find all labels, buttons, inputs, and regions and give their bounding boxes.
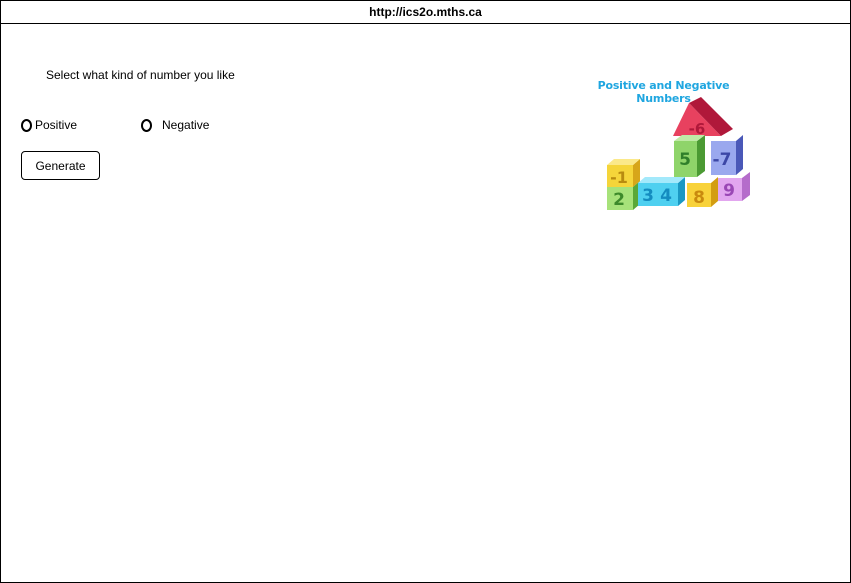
block-label: 5 (679, 150, 691, 170)
number-blocks-graphic: -6 5 -7 -1 2 3 4 8 9 (607, 97, 750, 210)
block-label: -7 (713, 150, 732, 170)
block-label: 8 (693, 188, 705, 208)
negative-radio[interactable] (141, 119, 152, 132)
block-label: 9 (723, 181, 735, 201)
number-blocks-illustration: Positive and Negative Numbers -6 5 -7 -1… (571, 79, 756, 214)
negative-radio-label: Negative (162, 118, 210, 132)
block-label: -1 (610, 168, 628, 187)
block-label: 4 (660, 186, 672, 206)
positive-radio[interactable] (21, 119, 32, 132)
block-label: 2 (613, 190, 625, 210)
instruction-text: Select what kind of number you like (46, 68, 235, 82)
page-frame: http://ics2o.mths.ca Select what kind of… (0, 0, 851, 583)
block-label: -6 (689, 120, 706, 138)
block-label: 3 (642, 186, 654, 206)
generate-button[interactable]: Generate (21, 151, 100, 180)
positive-radio-label: Positive (35, 118, 78, 132)
url-bar: http://ics2o.mths.ca (1, 1, 850, 24)
